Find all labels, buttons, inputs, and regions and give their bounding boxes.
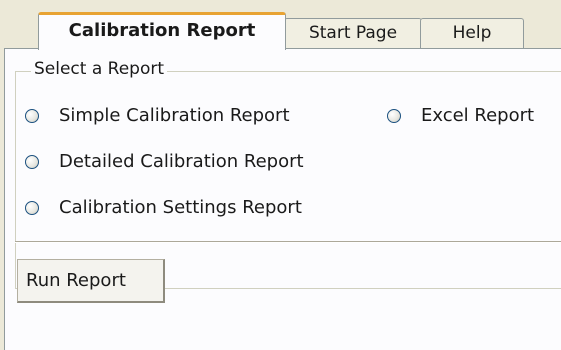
radio-calibration-settings-report[interactable]: Calibration Settings Report [25, 197, 302, 219]
radio-detailed-calibration-report[interactable]: Detailed Calibration Report [25, 151, 304, 173]
radio-simple-calibration-report[interactable]: Simple Calibration Report [25, 105, 290, 127]
radio-button[interactable] [25, 109, 39, 123]
tab-calibration-report[interactable]: Calibration Report [38, 12, 286, 50]
separator-line [15, 241, 561, 243]
radio-button[interactable] [25, 155, 39, 169]
tab-strip: Calibration Report Start Page Help [0, 0, 561, 50]
tab-help[interactable]: Help [420, 18, 524, 48]
radio-label: Calibration Settings Report [59, 197, 302, 218]
tab-start-page[interactable]: Start Page [284, 18, 422, 48]
run-report-button[interactable]: Run Report [17, 259, 165, 303]
report-window: Calibration Report Start Page Help Selec… [0, 0, 561, 350]
radio-excel-report[interactable]: Excel Report [387, 105, 534, 127]
groupbox-legend: Select a Report [31, 59, 168, 79]
radio-label: Simple Calibration Report [59, 105, 290, 126]
radio-label: Excel Report [421, 105, 535, 126]
tab-content-panel: Select a Report Simple Calibration Repor… [4, 48, 561, 350]
radio-label: Detailed Calibration Report [59, 151, 304, 172]
radio-button[interactable] [25, 201, 39, 215]
select-report-groupbox [15, 71, 561, 289]
radio-button[interactable] [387, 109, 401, 123]
